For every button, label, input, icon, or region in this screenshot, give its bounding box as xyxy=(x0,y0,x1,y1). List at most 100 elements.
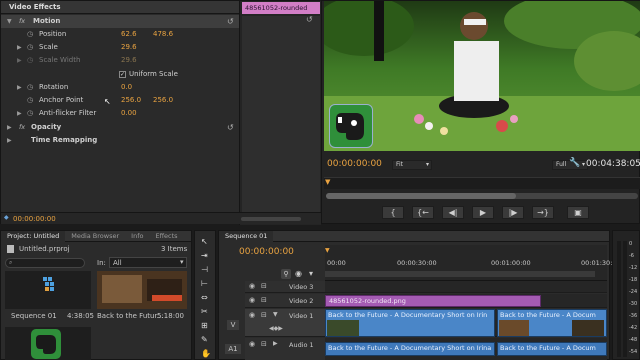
track-header-v3[interactable]: ◉ ⊟ Video 3 xyxy=(245,281,325,293)
track-header-v2[interactable]: ◉ ⊟ Video 2 xyxy=(245,294,325,308)
clip-evernote-png[interactable]: 48561052-rounded.png xyxy=(325,295,541,307)
track-header-v1[interactable]: ◉ ⊟ ▼ Video 1 ◀◆▶ xyxy=(245,309,325,337)
keyframe-icon[interactable]: ▾ xyxy=(309,269,313,278)
speaker-icon[interactable]: ◉ xyxy=(249,340,255,348)
expand-triangle-icon[interactable]: ▶ xyxy=(17,41,22,54)
tab-project[interactable]: Project: Untitled xyxy=(1,230,66,242)
snap-icon[interactable]: ⚲ xyxy=(281,269,291,279)
expand-triangle-icon[interactable]: ▶ xyxy=(7,134,12,147)
rolling-edit-tool-icon[interactable]: ⊢ xyxy=(201,279,208,288)
position-y-value[interactable]: 478.6 xyxy=(153,28,173,41)
play-icon[interactable]: ▶ xyxy=(472,206,494,219)
clip-video-a[interactable]: Back to the Future - A Documentary Short… xyxy=(325,309,495,337)
expand-triangle-icon[interactable]: ▼ xyxy=(273,311,278,318)
tab-sequence-01[interactable]: Sequence 01 xyxy=(219,230,274,242)
timeline-timecode[interactable]: 00:00:00:00 xyxy=(239,247,294,257)
stopwatch-icon[interactable]: ◷ xyxy=(27,107,33,120)
anti-flicker-value[interactable]: 0.00 xyxy=(121,107,137,120)
track-header-a1[interactable]: ◉ ⊟ ▶ Audio 1 xyxy=(245,338,325,360)
rate-stretch-tool-icon[interactable]: ⇔ xyxy=(201,293,208,302)
expand-triangle-icon[interactable]: ▼ xyxy=(7,15,12,28)
step-forward-icon[interactable]: |▶ xyxy=(502,206,524,219)
time-remapping-section[interactable]: ▶ Time Remapping xyxy=(1,134,239,147)
mini-clip-bar[interactable]: 48561052-rounded xyxy=(242,2,320,14)
eye-icon[interactable]: ◉ xyxy=(249,296,255,304)
track-select-tool-icon[interactable]: ⇥ xyxy=(201,251,208,260)
clip-audio-b[interactable]: Back to the Future - A Docum xyxy=(497,342,607,356)
meter-tick: -36 xyxy=(629,313,638,319)
lock-icon[interactable]: ⊟ xyxy=(261,311,267,319)
source-v-label[interactable]: V xyxy=(227,320,239,330)
marker-icon[interactable]: ◉ xyxy=(295,269,302,278)
step-back-icon[interactable]: ◀| xyxy=(442,206,464,219)
anchor-y-value[interactable]: 256.0 xyxy=(153,94,173,107)
wrench-icon[interactable]: 🔧 xyxy=(569,158,580,168)
clip-video-b[interactable]: Back to the Future - A Docum xyxy=(497,309,607,337)
reset-opacity-icon[interactable]: ↺ xyxy=(227,121,234,134)
ruler-playhead-icon[interactable]: ▼ xyxy=(325,247,330,254)
rotation-value[interactable]: 0.0 xyxy=(121,81,132,94)
expand-triangle-icon[interactable]: ▶ xyxy=(273,340,278,347)
source-a-label[interactable]: A1 xyxy=(225,344,241,354)
tab-effects[interactable]: Effects xyxy=(149,231,183,242)
program-timecode-current[interactable]: 00:00:00:00 xyxy=(327,159,382,169)
tab-media-browser[interactable]: Media Browser xyxy=(65,231,125,242)
program-timeline-scrub[interactable]: ▼ xyxy=(324,177,640,189)
keyframe-nav-icon[interactable]: ◀◆▶ xyxy=(269,325,283,332)
fx-badge[interactable]: fx xyxy=(19,15,25,28)
export-frame-icon[interactable]: ▣ xyxy=(567,206,589,219)
project-item-clip[interactable]: Back to the Futur... 5:18:00 xyxy=(97,271,187,323)
track-label-a1: Audio 1 xyxy=(289,341,314,349)
playhead-marker-icon[interactable]: ▼ xyxy=(325,178,330,186)
stopwatch-icon[interactable]: ◷ xyxy=(27,41,33,54)
expand-triangle-icon[interactable]: ▶ xyxy=(17,81,22,94)
position-x-value[interactable]: 62.6 xyxy=(121,28,137,41)
razor-tool-icon[interactable]: ✂ xyxy=(201,307,208,316)
project-search-input[interactable]: ⌕ xyxy=(5,258,85,268)
tab-info[interactable]: Info xyxy=(125,231,149,242)
lock-icon[interactable]: ⊟ xyxy=(261,340,267,348)
track-content-v2[interactable]: 48561052-rounded.png xyxy=(325,294,607,308)
expand-triangle-icon[interactable]: ▶ xyxy=(17,107,22,120)
project-item-evernote[interactable] xyxy=(5,327,91,360)
in-filter-dropdown[interactable]: All ▾ xyxy=(109,257,187,268)
zoom-slider[interactable] xyxy=(241,217,301,221)
stopwatch-icon[interactable]: ◷ xyxy=(27,81,33,94)
stopwatch-icon[interactable]: ◷ xyxy=(27,94,33,107)
motion-section[interactable]: ▼ fx Motion ↺ xyxy=(1,15,239,28)
anchor-x-value[interactable]: 256.0 xyxy=(121,94,141,107)
project-item-sequence[interactable]: Sequence 01 4:38:05 xyxy=(5,271,94,323)
pen-tool-icon[interactable]: ✎ xyxy=(201,335,208,344)
evernote-overlay-logo[interactable] xyxy=(329,104,373,148)
mark-in-icon[interactable]: { xyxy=(382,206,404,219)
track-content-v3[interactable] xyxy=(325,281,607,293)
effect-controls-timecode[interactable]: 00:00:00:00 xyxy=(13,215,56,223)
expand-triangle-icon[interactable]: ▶ xyxy=(7,121,12,134)
selection-tool-icon[interactable]: ↖ xyxy=(201,237,208,246)
reset-icon[interactable]: ↺ xyxy=(306,15,313,24)
step-back-edit-icon[interactable]: {← xyxy=(412,206,434,219)
expand-triangle-icon[interactable]: ▶ xyxy=(17,54,22,67)
timeline-ruler[interactable]: ▼ 00:00 00:00:30:00 00:01:00:00 00:01:30… xyxy=(325,245,621,281)
lock-icon[interactable]: ⊟ xyxy=(261,296,267,304)
work-area-bar[interactable] xyxy=(325,271,595,277)
track-content-v1[interactable]: Back to the Future - A Documentary Short… xyxy=(325,309,607,337)
slip-tool-icon[interactable]: ⊞ xyxy=(201,321,208,330)
uniform-scale-checkbox[interactable]: ✓ xyxy=(119,71,126,78)
track-content-a1[interactable]: Back to the Future - A Documentary Short… xyxy=(325,338,607,360)
program-zoom-bar[interactable] xyxy=(326,193,638,199)
step-forward-edit-icon[interactable]: →} xyxy=(532,206,554,219)
reset-motion-icon[interactable]: ↺ xyxy=(227,15,234,28)
zoom-bar-handle[interactable] xyxy=(326,193,516,199)
opacity-section[interactable]: ▶ fx Opacity ↺ xyxy=(1,121,239,134)
fit-dropdown[interactable]: Fit ▾ xyxy=(392,160,432,170)
ripple-edit-tool-icon[interactable]: ⊣ xyxy=(201,265,208,274)
eye-icon[interactable]: ◉ xyxy=(249,282,255,290)
fx-badge[interactable]: fx xyxy=(19,121,25,134)
stopwatch-icon[interactable]: ◷ xyxy=(27,28,33,41)
eye-icon[interactable]: ◉ xyxy=(249,311,255,319)
scale-value[interactable]: 29.6 xyxy=(121,41,137,54)
clip-audio-a[interactable]: Back to the Future - A Documentary Short… xyxy=(325,342,495,356)
hand-tool-icon[interactable]: ✋ xyxy=(201,349,211,358)
lock-icon[interactable]: ⊟ xyxy=(261,282,267,290)
